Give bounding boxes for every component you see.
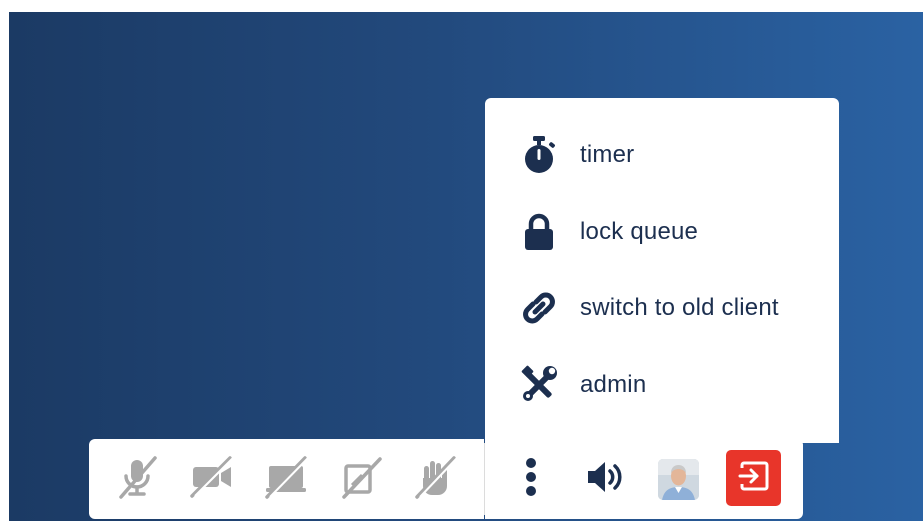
toggle-whiteboard-button[interactable] — [333, 451, 389, 507]
avatar[interactable] — [658, 459, 699, 500]
stopwatch-icon — [519, 135, 559, 175]
menu-item-label: lock queue — [580, 218, 699, 245]
sign-out-icon — [738, 461, 770, 496]
toggle-camera-button[interactable] — [184, 451, 240, 507]
toggle-raise-hand-button[interactable] — [407, 451, 463, 507]
menu-item-timer[interactable]: timer — [485, 125, 839, 185]
tools-icon — [519, 365, 559, 405]
more-vertical-icon — [524, 456, 538, 503]
toggle-microphone-button[interactable] — [110, 451, 166, 507]
volume-icon — [584, 457, 628, 502]
menu-item-label: timer — [580, 141, 635, 168]
hand-slash-icon — [412, 454, 458, 505]
audio-settings-button[interactable] — [578, 451, 634, 507]
video-slash-icon — [188, 454, 236, 505]
more-options-button[interactable] — [503, 451, 559, 507]
menu-item-switch-to-old-client[interactable]: switch to old client — [485, 278, 839, 338]
more-options-menu: timer lock queue switch to old client ad… — [485, 98, 839, 443]
menu-item-label: switch to old client — [580, 294, 779, 321]
screenshare-slash-icon — [262, 454, 310, 505]
microphone-slash-icon — [115, 454, 161, 505]
toggle-screenshare-button[interactable] — [258, 451, 314, 507]
menu-item-lock-queue[interactable]: lock queue — [485, 202, 839, 262]
leave-meeting-button[interactable] — [726, 450, 781, 506]
whiteboard-slash-icon — [338, 454, 384, 505]
menu-item-label: admin — [580, 371, 647, 398]
lock-icon — [519, 212, 559, 252]
menu-item-admin[interactable]: admin — [485, 355, 839, 415]
link-icon — [519, 288, 559, 328]
